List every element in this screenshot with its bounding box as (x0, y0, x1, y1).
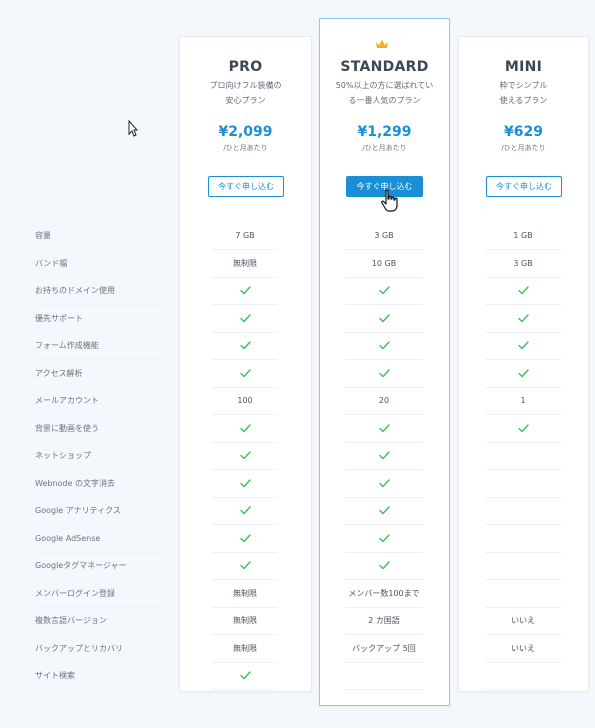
feature-value-mini (485, 442, 561, 470)
feature-value-mini: 1 (485, 387, 561, 415)
plan-name: PRO (228, 59, 263, 75)
apply-button-pro[interactable]: 今すぐ申し込む (208, 176, 284, 197)
feature-label: フォーム作成機能 (35, 332, 165, 360)
feature-value-mini (485, 552, 561, 580)
feature-value-standard: メンバー数100まで (345, 580, 423, 608)
check-icon (345, 442, 423, 470)
plan-price: ¥629 (504, 124, 543, 140)
crown-icon (376, 40, 388, 48)
feature-label: 容量 (35, 222, 165, 250)
feature-value-standard (345, 662, 423, 690)
price-period: /ひと月あたり (362, 144, 407, 152)
feature-value-pro: 無制限 (212, 250, 278, 278)
arrow-cursor-icon (128, 120, 138, 137)
feature-label: メンバーログイン登録 (35, 580, 165, 608)
feature-value-standard: バックアップ 5回 (345, 635, 423, 663)
feature-label: メールアカウント (35, 387, 165, 415)
feature-value-mini: 1 GB (485, 222, 561, 250)
check-icon (345, 332, 423, 360)
check-icon (212, 415, 278, 443)
feature-label: サイト検索 (35, 662, 165, 690)
plan-description-line1: プロ向けフル装備の (209, 81, 282, 90)
check-icon (345, 497, 423, 525)
check-icon (345, 470, 423, 498)
feature-value-standard: 10 GB (345, 250, 423, 278)
feature-label: Webnode の文字消去 (35, 470, 165, 498)
feature-value-standard: 2 カ国語 (345, 607, 423, 635)
check-icon (485, 277, 561, 305)
feature-label: バンド幅 (35, 250, 165, 278)
hand-cursor-icon (381, 189, 398, 212)
feature-value-standard: 20 (345, 387, 423, 415)
feature-value-mini (485, 470, 561, 498)
check-icon (345, 305, 423, 333)
feature-label: Google AdSense (35, 525, 165, 553)
check-icon (345, 360, 423, 388)
price-period: /ひと月あたり (223, 144, 268, 152)
plan-name: STANDARD (340, 59, 429, 75)
check-icon (212, 552, 278, 580)
plan-price: ¥1,299 (357, 124, 412, 140)
check-icon (212, 662, 278, 690)
plan-description-line1: 50%以上の方に選ばれてい (335, 81, 434, 90)
plan-name: MINI (504, 59, 543, 75)
feature-label: ネットショップ (35, 442, 165, 470)
feature-value-mini (485, 497, 561, 525)
feature-value-mini: いいえ (485, 607, 561, 635)
check-icon (212, 525, 278, 553)
feature-value-pro: 無制限 (212, 607, 278, 635)
feature-value-mini (485, 662, 561, 690)
feature-label: お持ちのドメイン使用 (35, 277, 165, 305)
feature-value-pro: 無制限 (212, 635, 278, 663)
check-icon (345, 277, 423, 305)
feature-value-mini: いいえ (485, 635, 561, 663)
feature-label: アクセス解析 (35, 360, 165, 388)
check-icon (345, 525, 423, 553)
feature-label: 背景に動画を使う (35, 415, 165, 443)
check-icon (212, 360, 278, 388)
plan-description-line2: 安心プラン (225, 96, 266, 105)
check-icon (212, 442, 278, 470)
feature-label: Google アナリティクス (35, 497, 165, 525)
feature-label: 複数言語バージョン (35, 607, 165, 635)
feature-value-standard: 3 GB (345, 222, 423, 250)
check-icon (212, 277, 278, 305)
check-icon (212, 305, 278, 333)
feature-value-pro: 7 GB (212, 222, 278, 250)
check-icon (212, 332, 278, 360)
check-icon (485, 415, 561, 443)
check-icon (485, 305, 561, 333)
check-icon (212, 497, 278, 525)
feature-label: 優先サポート (35, 305, 165, 333)
plan-price: ¥2,099 (218, 124, 273, 140)
check-icon (345, 415, 423, 443)
feature-value-mini (485, 580, 561, 608)
feature-value-mini (485, 525, 561, 553)
feature-value-pro: 無制限 (212, 580, 278, 608)
apply-button-mini[interactable]: 今すぐ申し込む (486, 176, 562, 197)
feature-value-pro: 100 (212, 387, 278, 415)
plan-description-line2: る一番人気のプラン (348, 96, 421, 105)
feature-label: バックアップとリカバリ (35, 635, 165, 663)
check-icon (485, 360, 561, 388)
plan-description-line2: 使えるプラン (499, 96, 548, 105)
check-icon (485, 332, 561, 360)
plan-description-line1: 粋でシンプル (499, 81, 548, 90)
feature-value-mini: 3 GB (485, 250, 561, 278)
price-period: /ひと月あたり (501, 144, 546, 152)
check-icon (345, 552, 423, 580)
feature-label: Googleタグマネージャー (35, 552, 165, 580)
check-icon (212, 470, 278, 498)
